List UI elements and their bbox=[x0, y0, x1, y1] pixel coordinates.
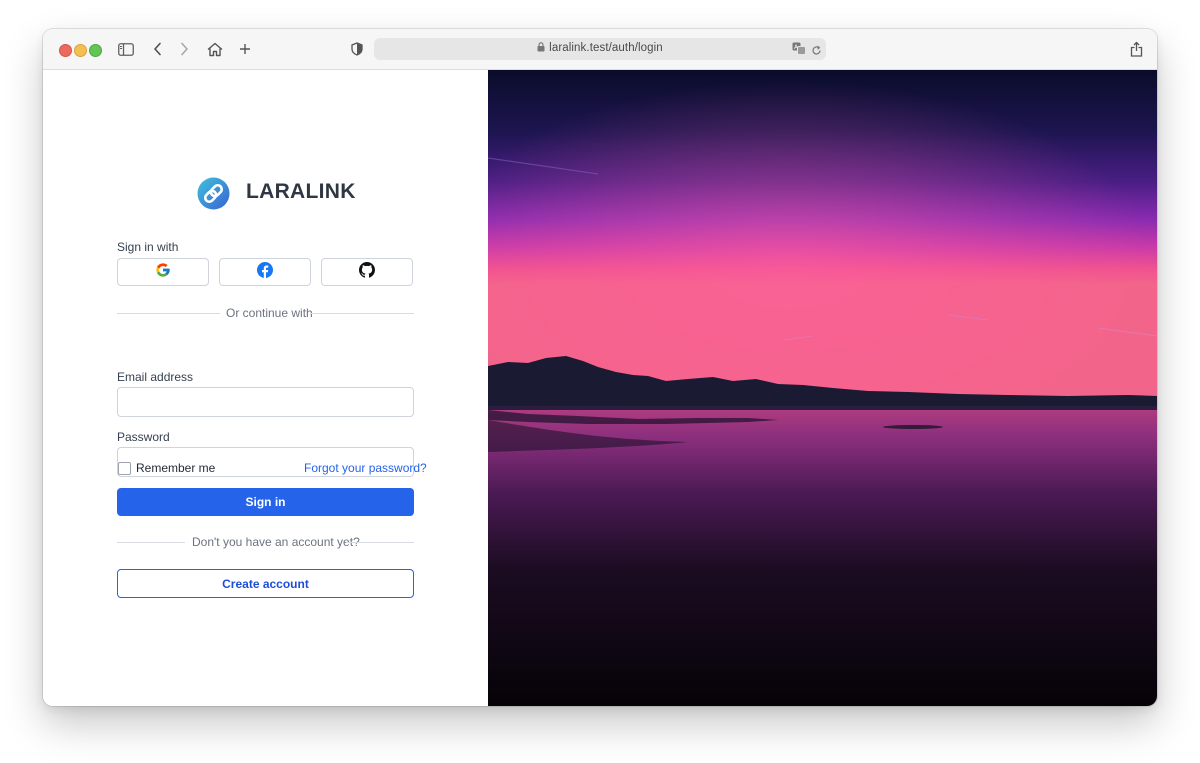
email-field[interactable] bbox=[117, 387, 414, 417]
translate-icon[interactable]: A bbox=[792, 42, 806, 60]
browser-toolbar: laralink.test/auth/login A bbox=[43, 29, 1157, 70]
no-account-text: Don't you have an account yet? bbox=[192, 535, 360, 549]
facebook-sign-in-button[interactable] bbox=[219, 258, 311, 286]
url-text: laralink.test/auth/login bbox=[549, 42, 663, 54]
brand-name: LARALINK bbox=[246, 180, 356, 203]
link-chain-icon bbox=[197, 177, 230, 210]
google-sign-in-button[interactable] bbox=[117, 258, 209, 286]
new-tab-icon[interactable] bbox=[235, 39, 255, 59]
sign-in-button[interactable]: Sign in bbox=[117, 488, 414, 516]
divider-line bbox=[117, 313, 220, 314]
page-content: LARALINK Sign in with Or continue with E… bbox=[43, 70, 1157, 706]
close-window-button[interactable] bbox=[59, 44, 72, 57]
forgot-password-link[interactable]: Forgot your password? bbox=[304, 461, 427, 475]
remember-me-label: Remember me bbox=[136, 461, 216, 475]
create-account-button[interactable]: Create account bbox=[117, 569, 414, 598]
share-icon[interactable] bbox=[1126, 39, 1146, 59]
address-bar[interactable]: laralink.test/auth/login A bbox=[374, 38, 826, 60]
home-icon[interactable] bbox=[205, 39, 225, 59]
password-label: Password bbox=[117, 430, 170, 444]
sign-in-with-label: Sign in with bbox=[117, 240, 179, 254]
github-icon bbox=[359, 261, 375, 283]
address-url: laralink.test/auth/login bbox=[374, 42, 826, 54]
email-label: Email address bbox=[117, 370, 194, 384]
login-panel: LARALINK Sign in with Or continue with E… bbox=[43, 70, 488, 706]
reload-icon[interactable] bbox=[811, 43, 822, 61]
minimize-window-button[interactable] bbox=[74, 44, 87, 57]
google-icon bbox=[155, 262, 171, 283]
divider-line bbox=[346, 542, 414, 543]
github-sign-in-button[interactable] bbox=[321, 258, 413, 286]
zoom-window-button[interactable] bbox=[89, 44, 102, 57]
facebook-icon bbox=[257, 261, 273, 283]
sunset-over-lake-image bbox=[488, 70, 1157, 706]
remember-me-checkbox[interactable] bbox=[118, 462, 131, 475]
sidebar-toggle-icon[interactable] bbox=[116, 39, 136, 59]
divider-line bbox=[311, 313, 414, 314]
browser-window: laralink.test/auth/login A LARALINK Sign… bbox=[43, 29, 1157, 706]
forward-icon[interactable] bbox=[174, 39, 194, 59]
or-continue-with-text: Or continue with bbox=[226, 306, 313, 320]
privacy-shield-icon[interactable] bbox=[347, 39, 367, 59]
divider-line bbox=[117, 542, 185, 543]
back-icon[interactable] bbox=[147, 39, 167, 59]
lock-icon bbox=[537, 42, 545, 52]
